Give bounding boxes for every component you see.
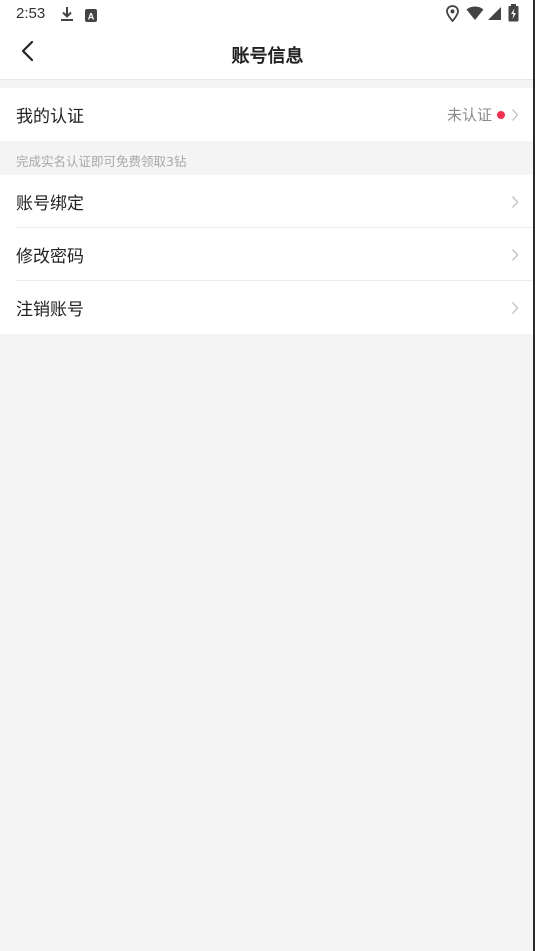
chevron-right-icon	[511, 108, 519, 122]
menu-item-label: 账号绑定	[16, 194, 84, 214]
location-icon	[446, 5, 459, 26]
battery-icon	[508, 4, 519, 26]
signal-icon	[487, 6, 502, 25]
status-time: 2:53	[16, 5, 46, 22]
nav-bar: 账号信息	[0, 28, 535, 80]
verification-status-area: 未认证	[447, 88, 519, 141]
menu-item-right	[505, 281, 519, 334]
chevron-right-icon	[511, 301, 519, 315]
verification-group: 我的认证 未认证	[0, 88, 535, 141]
a-badge-icon: A	[85, 7, 97, 26]
status-bar: 2:53 A	[0, 0, 535, 28]
account-menu-group: 账号绑定 修改密码 注销账号	[0, 175, 535, 334]
menu-item-label: 注销账号	[16, 300, 84, 320]
verification-hint: 完成实名认证即可免费领取3钻	[16, 154, 187, 169]
menu-item-label: 修改密码	[16, 247, 84, 267]
menu-item-delete-account[interactable]: 注销账号	[0, 281, 535, 334]
menu-item-change-password[interactable]: 修改密码	[0, 228, 535, 281]
svg-text:A: A	[88, 12, 95, 22]
chevron-right-icon	[511, 248, 519, 262]
page-title: 账号信息	[231, 46, 304, 67]
menu-item-account-binding[interactable]: 账号绑定	[0, 175, 535, 228]
menu-item-right	[505, 228, 519, 281]
my-verification-label: 我的认证	[16, 107, 84, 127]
unverified-dot	[497, 110, 505, 119]
wifi-icon	[466, 6, 484, 25]
verification-status: 未认证	[446, 106, 492, 124]
download-icon	[60, 6, 74, 26]
chevron-right-icon	[511, 195, 519, 209]
my-verification-row[interactable]: 我的认证 未认证	[0, 88, 535, 141]
menu-item-right	[505, 175, 519, 228]
